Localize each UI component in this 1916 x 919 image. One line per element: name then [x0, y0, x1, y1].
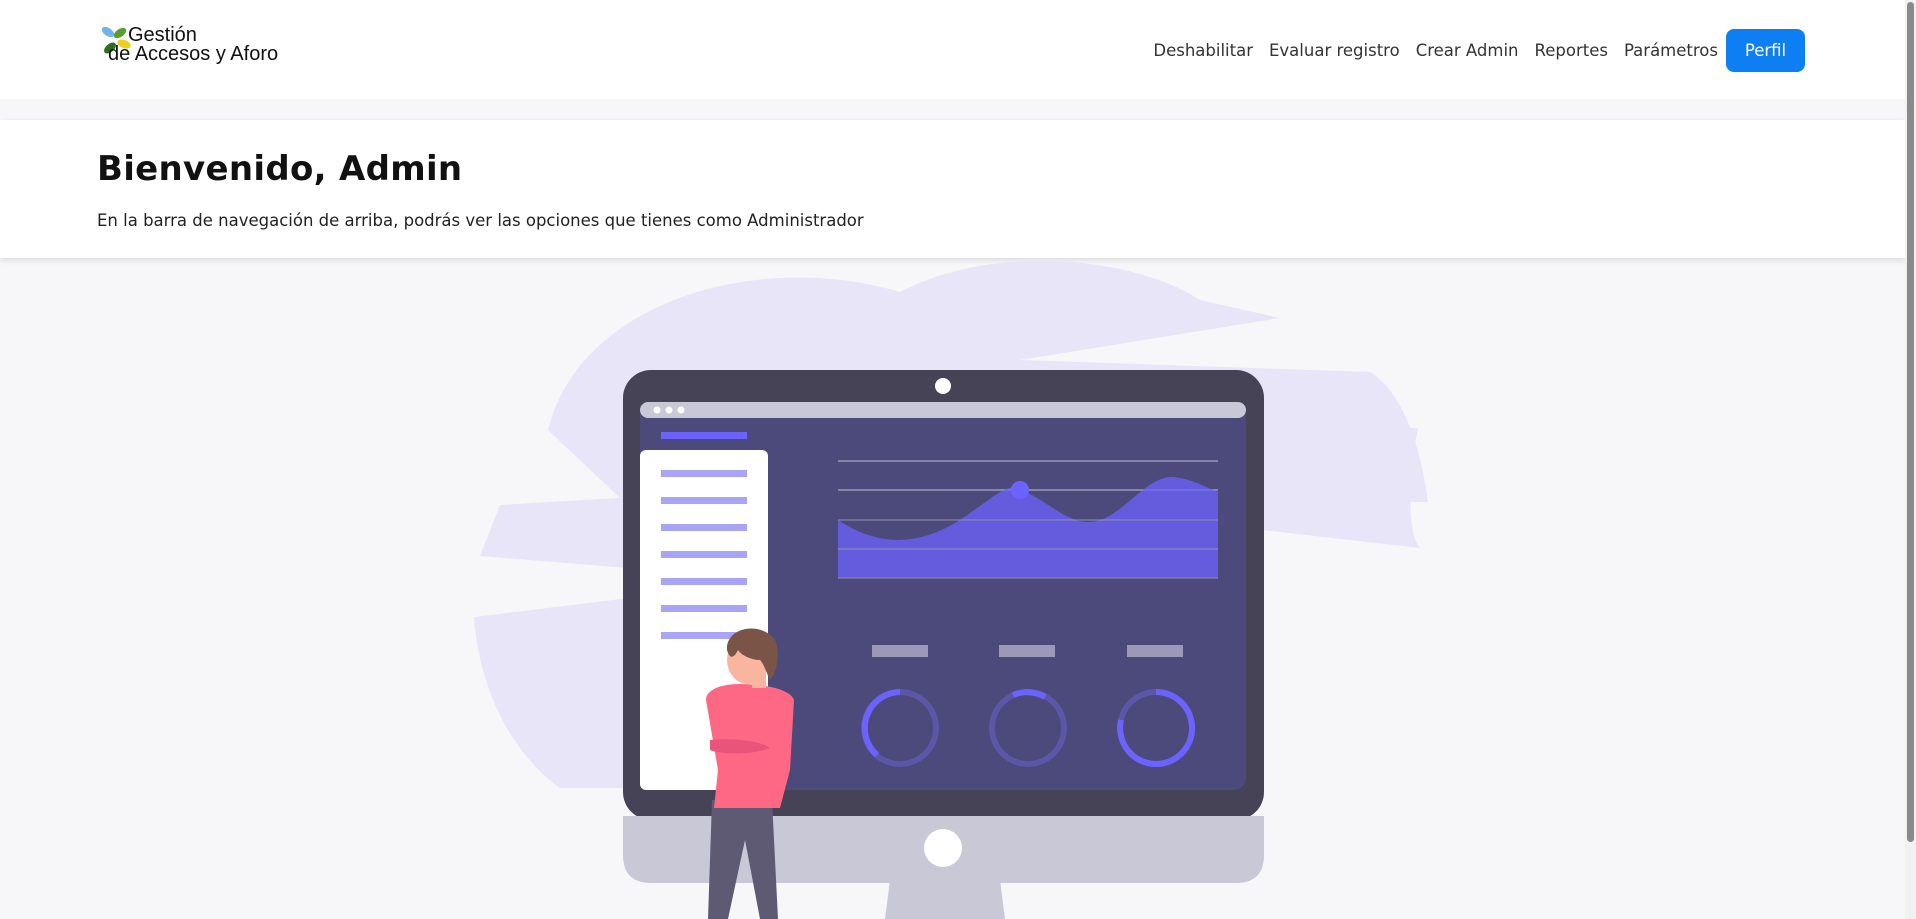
- monitor-stand: [885, 880, 1005, 919]
- navbar: Gestión de Accesos y Aforo Deshabilitar …: [0, 0, 1911, 99]
- welcome-banner: Bienvenido, Admin En la barra de navegac…: [0, 120, 1906, 258]
- nav-link-deshabilitar[interactable]: Deshabilitar: [1145, 41, 1261, 60]
- nav-link-crear-admin[interactable]: Crear Admin: [1408, 41, 1527, 60]
- nav-link-parametros[interactable]: Parámetros: [1616, 41, 1726, 60]
- nav-link-reportes[interactable]: Reportes: [1527, 41, 1616, 60]
- nav-links: Deshabilitar Evaluar registro Crear Admi…: [1145, 29, 1805, 72]
- webcam: [935, 378, 951, 394]
- monitor-button: [924, 829, 962, 867]
- page-subtitle: En la barra de navegación de arriba, pod…: [97, 211, 864, 230]
- page-title: Bienvenido, Admin: [97, 149, 463, 189]
- scrollbar-thumb[interactable]: [1907, 2, 1914, 842]
- profile-button[interactable]: Perfil: [1726, 29, 1805, 72]
- brand-line2: de Accesos y Aforo: [108, 43, 279, 65]
- dashboard-illustration: [474, 260, 1428, 919]
- browser-bar: [640, 402, 1246, 418]
- brand[interactable]: Gestión de Accesos y Aforo: [100, 24, 300, 72]
- nav-link-evaluar-registro[interactable]: Evaluar registro: [1261, 41, 1408, 60]
- scrollbar[interactable]: [1905, 0, 1916, 919]
- brand-name: Gestión de Accesos y Aforo: [108, 25, 279, 65]
